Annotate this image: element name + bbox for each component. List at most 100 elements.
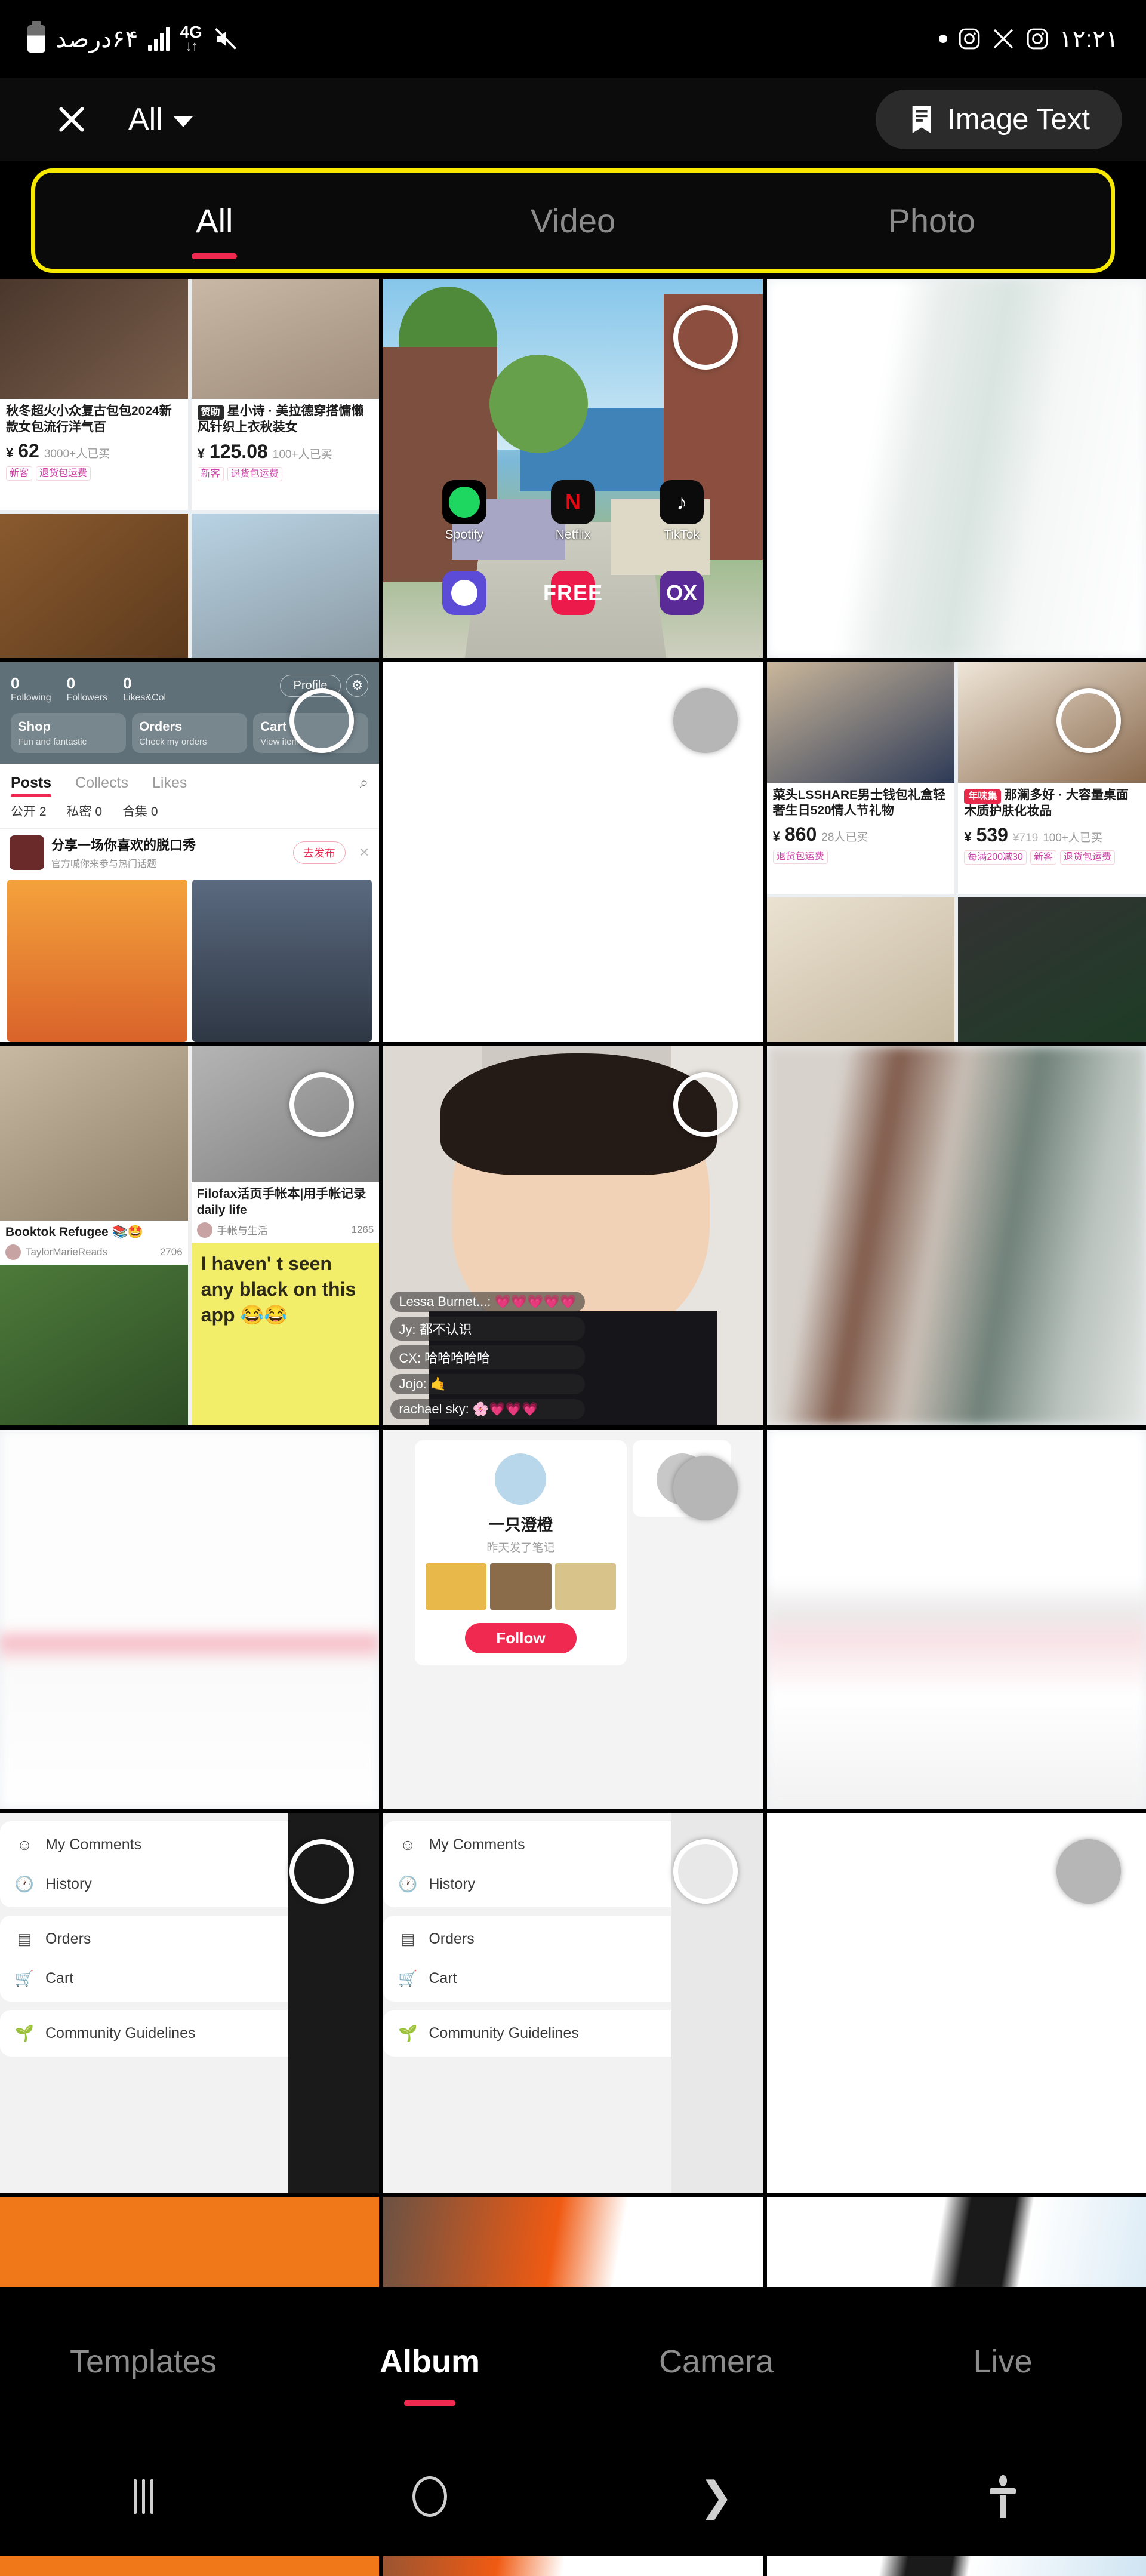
user-post-thumb <box>425 1563 487 1610</box>
tab-photo[interactable]: Photo <box>752 201 1111 240</box>
data-transfer-icon: 4G ↓↑ <box>180 24 202 54</box>
live-comment: rachael sky: 🌸💗💗💗 <box>390 1398 585 1419</box>
product-price: 125.08 <box>209 440 268 462</box>
album-dropdown[interactable]: All <box>128 102 193 137</box>
home-button[interactable] <box>286 2476 573 2517</box>
selection-ring-icon[interactable] <box>673 688 738 754</box>
instagram-icon <box>1027 28 1048 50</box>
product-card: 赞助 星小诗 · 美拉德穿搭慵懒风针织上衣秋装女 ¥125.08 100+人已买 新… <box>191 279 380 511</box>
selection-ring-icon[interactable] <box>289 688 355 754</box>
selection-ring-icon[interactable] <box>673 1072 738 1137</box>
image-text-button[interactable]: Image Text <box>876 90 1122 149</box>
product-card <box>0 514 188 659</box>
album-dropdown-label: All <box>128 102 163 137</box>
selection-ring-icon[interactable] <box>1056 1839 1121 1904</box>
product-tag: 退货包运费 <box>36 466 91 481</box>
media-cell[interactable]: ☺ My Comments 🕐 History ▤ Orders 🛒 Cart 🌱 Com… <box>0 1813 380 2193</box>
back-button[interactable]: ❯ <box>573 2476 860 2517</box>
media-cell[interactable] <box>766 1046 1146 1425</box>
recents-button[interactable] <box>0 2479 286 2514</box>
media-cell[interactable]: 0 Following 0 Followers 0 Likes&Col Profile… <box>0 662 380 1042</box>
selection-ring-icon[interactable] <box>673 1839 738 1904</box>
media-cell[interactable]: Booktok Refugee 📚🤩 TaylorMarieReads 2706 … <box>0 1046 380 1425</box>
purple-app-icon <box>442 571 486 616</box>
selection-ring-icon[interactable] <box>289 1839 355 1904</box>
media-cell[interactable] <box>766 279 1146 659</box>
media-cell[interactable]: Spotify N Netflix ♪ TikTok FREE OX <box>383 279 763 659</box>
product-photo <box>191 514 380 659</box>
tab-video[interactable]: Video <box>394 201 753 240</box>
media-cell[interactable] <box>766 1813 1146 2193</box>
banner-title: 分享一场你喜欢的脱口秀 <box>51 838 196 853</box>
selection-ring-icon[interactable] <box>673 305 738 370</box>
media-cell[interactable]: ☺ My Comments 🕐 History ▤ Orders 🛒 Cart 🌱 Com… <box>383 1813 763 2193</box>
sprout-icon: 🌱 <box>14 2024 35 2042</box>
signal-bars-icon <box>148 27 170 51</box>
menu-item-label: My Comments <box>429 1836 525 1853</box>
media-cell[interactable] <box>0 1429 380 1809</box>
app-icon-netflix: N Netflix <box>535 479 611 542</box>
updown-arrows-icon: ↓↑ <box>185 38 198 54</box>
product-price: 860 <box>784 823 817 846</box>
bottom-nav-camera[interactable]: Camera <box>573 2343 860 2380</box>
media-cell[interactable]: Lessa Burnet...: 💗💗💗💗💗 Jy: 都不认识 CX: 哈哈哈哈… <box>383 1046 763 1425</box>
filter-tabs: All Video Photo <box>35 173 1111 269</box>
count-public: 公开 2 <box>11 805 47 819</box>
selection-ring-icon[interactable] <box>673 1455 738 1520</box>
tab-video-label: Video <box>530 202 616 239</box>
media-cell[interactable]: 菜头LSSHARE男士钱包礼盒轻奢生日520情人节礼物 ¥860 28人已买 退货… <box>766 662 1146 1042</box>
product-card <box>766 897 955 1042</box>
android-navigation-bar: ❯ <box>0 2436 1146 2556</box>
bottom-nav-templates[interactable]: Templates <box>0 2343 286 2380</box>
stat-following: 0 Following <box>11 674 51 703</box>
product-photo <box>191 279 380 399</box>
product-photo <box>766 662 955 783</box>
product-sold: 3000+人已买 <box>44 447 110 460</box>
media-cell[interactable] <box>766 1429 1146 1809</box>
selection-ring-icon[interactable] <box>1056 688 1121 754</box>
avatar <box>5 1244 21 1261</box>
count-collection: 合集 0 <box>122 805 158 819</box>
status-bar: ۶۴درصد 4G ↓↑ ۱۲:۲۱ <box>0 0 1146 78</box>
bottom-nav-live[interactable]: Live <box>860 2343 1146 2380</box>
comment-icon: ☺ <box>400 1835 416 1853</box>
media-cell[interactable]: 一只澄橙 昨天发了笔记 Follow <box>383 1429 763 1809</box>
app-label: Spotify <box>445 527 483 542</box>
tab-active-underline <box>192 253 238 259</box>
note-caption: Filofax活页手帐本|用手帐记录daily life <box>196 1187 366 1217</box>
product-sold: 100+人已买 <box>272 448 332 461</box>
menu-item-label: My Comments <box>45 1836 142 1853</box>
banner-close-icon: ✕ <box>358 844 370 860</box>
product-photo <box>766 897 955 1042</box>
bottom-nav-album[interactable]: Album <box>286 2343 573 2406</box>
selection-ring-icon[interactable] <box>289 1072 355 1137</box>
shopping-screenshot: 秋冬超火小众复古包包2024新款女包流行洋气百 ¥62 3000+人已买 新客 退货… <box>0 279 380 659</box>
tab-all[interactable]: All <box>35 201 394 259</box>
cart-icon: 🛒 <box>398 1969 418 1987</box>
status-bar-clock: ۱۲:۲۱ <box>1059 25 1119 53</box>
product-photo <box>0 279 188 399</box>
live-comment: Jy: 都不认识 <box>390 1316 585 1341</box>
live-comment: Lessa Burnet...: 💗💗💗💗💗 <box>390 1291 585 1312</box>
product-tag: 退货包运费 <box>1059 850 1115 865</box>
status-bar-left: ۶۴درصد 4G ↓↑ <box>27 21 239 54</box>
media-cell[interactable] <box>383 662 763 1042</box>
accessibility-button[interactable] <box>860 2474 1146 2518</box>
note-photo <box>0 1265 188 1425</box>
count-private: 私密 0 <box>66 805 103 819</box>
cart-icon: 🛒 <box>14 1969 35 1987</box>
spotify-icon <box>442 479 486 524</box>
media-cell[interactable]: 秋冬超火小众复古包包2024新款女包流行洋气百 ¥62 3000+人已买 新客 退货… <box>0 279 380 659</box>
media-grid: 秋冬超火小众复古包包2024新款女包流行洋气百 ¥62 3000+人已买 新客 退货… <box>0 279 1146 2576</box>
user-post-thumb <box>554 1563 617 1610</box>
product-tag: 新客 <box>6 466 33 481</box>
app-icon-ox: OX <box>644 571 719 616</box>
product-tag: 新客 <box>197 466 224 481</box>
menu-item-label: History <box>429 1875 476 1892</box>
tab-all-label: All <box>196 202 233 239</box>
follow-button: Follow <box>465 1622 577 1653</box>
product-tag: 退货包运费 <box>227 466 282 481</box>
netflix-icon: N <box>550 479 595 524</box>
close-icon[interactable] <box>54 102 90 137</box>
blurred-screenshot <box>766 1429 1146 1809</box>
